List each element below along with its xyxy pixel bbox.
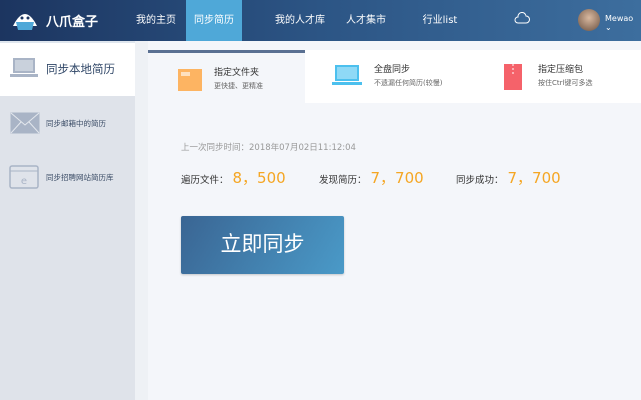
tab-folder[interactable]: 指定文件夹 更快捷、更精准 [148,50,305,103]
mail-icon [10,112,40,134]
nav-home[interactable]: 我的主页 [128,0,184,41]
nav-talent-pool[interactable]: 我的人才库 [262,0,338,41]
nav-sync-resume[interactable]: 同步简历 [186,0,242,41]
last-sync-time: 上一次同步时间：2018年07月02日11:12:04 [181,143,356,153]
nav-talent-market[interactable]: 人才集市 [338,0,394,41]
avatar[interactable] [578,9,600,31]
laptop-icon [10,58,38,77]
sync-mode-tabs: 指定文件夹 更快捷、更精准 全盘同步 不遗漏任何简历(较慢) 指定压缩包 按住C… [148,50,641,103]
user-name: Mewao [605,14,634,23]
tab-title: 全盘同步 [374,65,411,75]
browser-icon: e [9,165,39,189]
tab-subtitle: 不遗漏任何简历(较慢) [374,79,443,87]
stat-value: 7，700 [370,169,424,187]
stat-label: 发现简历： [319,175,367,186]
laptop-icon [332,65,362,85]
tab-subtitle: 按住Ctrl键可多选 [538,79,593,87]
user-menu[interactable]: Mewao ⌄ [605,14,641,32]
sidebar-item-local-resume[interactable]: 同步本地简历 [0,41,135,96]
tab-title: 指定压缩包 [538,65,584,75]
zip-icon [504,64,522,90]
logo[interactable]: 八爪盒子 [10,8,98,32]
stat-scanned: 遍历文件： 8，500 [181,167,286,188]
cloud-sync-icon[interactable] [514,12,530,26]
tab-full-disk[interactable]: 全盘同步 不遗漏任何简历(较慢) [308,50,468,103]
folder-icon [178,69,202,91]
nav-industry-list[interactable]: 行业list [410,0,470,41]
sidebar-item-label: 同步招聘网站简历库 [46,173,114,182]
app-name: 八爪盒子 [46,14,99,30]
stat-value: 7，700 [507,169,561,187]
tab-subtitle: 更快捷、更精准 [214,82,263,90]
sidebar-item-email[interactable]: 同步邮箱中的简历 [0,104,135,144]
tab-zip[interactable]: 指定压缩包 按住Ctrl键可多选 [468,50,641,103]
sidebar-title: 同步本地简历 [46,62,115,76]
sidebar-item-job-sites[interactable]: e 同步招聘网站简历库 [0,158,135,198]
stat-label: 同步成功： [456,175,504,186]
stat-label: 遍历文件： [181,175,229,186]
sync-now-button[interactable]: 立即同步 [181,216,344,274]
tab-title: 指定文件夹 [214,68,260,78]
svg-text:e: e [21,176,27,187]
header: 八爪盒子 我的主页 同步简历 我的人才库 人才集市 行业list Mewao ⌄ [0,0,641,41]
divider [135,41,148,400]
stat-found: 发现简历： 7，700 [319,167,424,188]
logo-icon [13,14,37,30]
sidebar-item-label: 同步邮箱中的简历 [46,119,106,128]
stat-success: 同步成功： 7，700 [456,167,561,188]
stat-value: 8，500 [232,169,286,187]
